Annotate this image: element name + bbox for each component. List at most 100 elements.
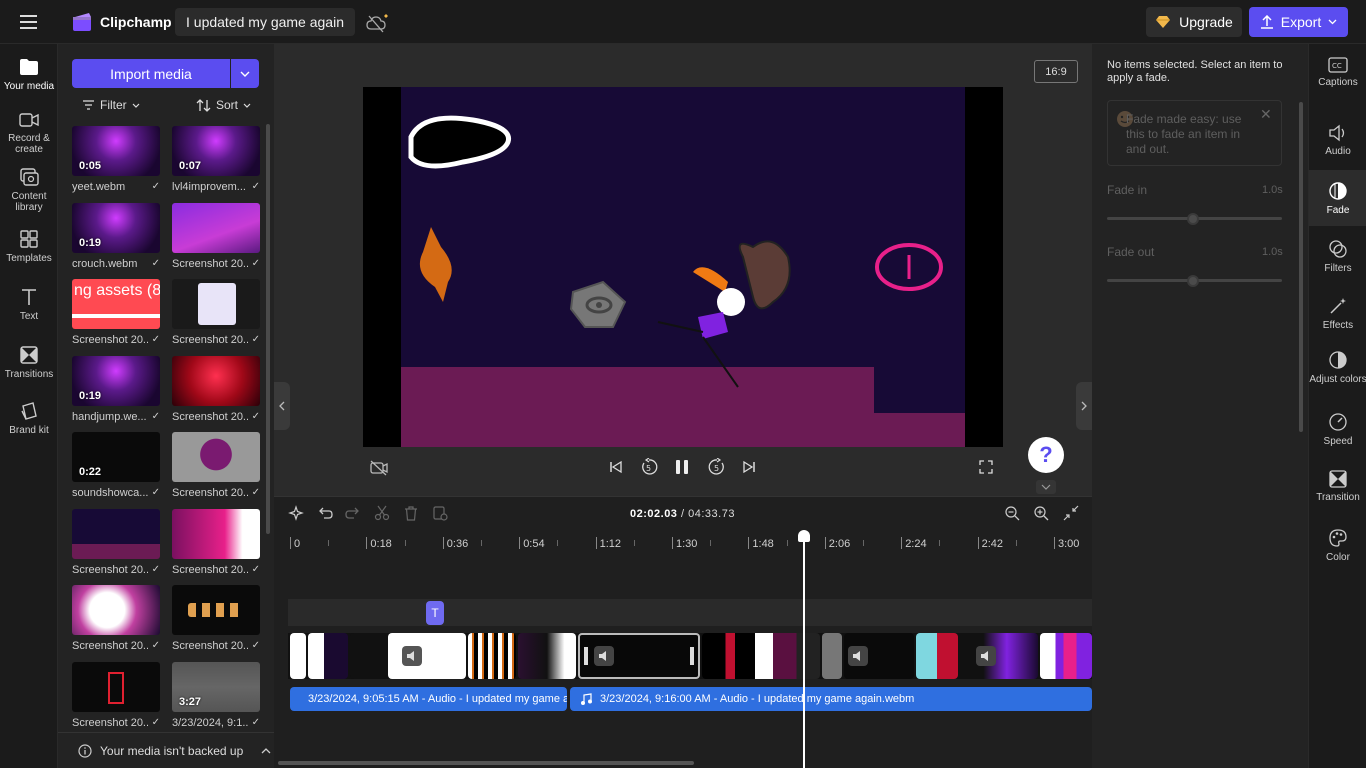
hide-preview-button[interactable] — [370, 460, 388, 476]
upgrade-button[interactable]: Upgrade — [1146, 7, 1242, 37]
duplicate-button[interactable] — [432, 505, 448, 521]
video-track[interactable] — [288, 633, 1092, 679]
video-clip[interactable] — [822, 633, 842, 679]
sort-button[interactable]: Sort — [196, 98, 251, 112]
skip-to-start-button[interactable] — [609, 460, 623, 474]
fade-out-slider-thumb[interactable] — [1187, 275, 1199, 287]
redo-button[interactable] — [345, 505, 361, 521]
video-clip[interactable] — [916, 633, 958, 679]
skip-to-end-button[interactable] — [742, 460, 756, 474]
video-clip[interactable] — [350, 633, 386, 679]
nav-transitions[interactable]: Transitions — [0, 346, 58, 380]
video-clip[interactable] — [844, 633, 914, 679]
nav-text[interactable]: Text — [0, 288, 58, 322]
tab-fade[interactable]: Fade — [1309, 170, 1366, 226]
collapse-right-panel-button[interactable] — [1076, 382, 1092, 430]
nav-label: Text — [19, 311, 39, 322]
cloud-sync-off-icon[interactable] — [366, 12, 390, 34]
split-button[interactable] — [374, 505, 390, 521]
playhead[interactable] — [803, 531, 805, 768]
media-tile[interactable]: 0:19 handjump.we... ✓ — [72, 355, 160, 426]
tab-color[interactable]: Color — [1309, 520, 1366, 576]
media-tile[interactable]: Screenshot 20... ✓ — [172, 355, 260, 426]
text-clip[interactable]: T — [426, 601, 444, 625]
media-scrollbar[interactable] — [266, 124, 270, 534]
tab-adjust-colors[interactable]: Adjust colors — [1309, 344, 1366, 402]
media-tile[interactable]: Screenshot 20... ✓ — [72, 508, 160, 579]
video-clip-selected[interactable] — [578, 633, 700, 679]
filter-button[interactable]: Filter — [82, 98, 140, 112]
timeline-scrollbar[interactable] — [278, 761, 694, 765]
collapse-left-panel-button[interactable] — [274, 382, 290, 430]
close-icon[interactable]: ✕ — [1260, 106, 1272, 123]
magic-edit-button[interactable] — [288, 505, 304, 521]
trash-icon — [405, 506, 417, 521]
trim-handle-left[interactable] — [584, 647, 588, 665]
help-collapse-button[interactable] — [1036, 480, 1056, 494]
playhead-handle[interactable] — [798, 530, 810, 542]
media-tile[interactable]: ng assets (8 Screenshot 20... ✓ — [72, 279, 160, 349]
undo-button[interactable] — [317, 505, 333, 521]
nav-label: Record & create — [8, 133, 50, 155]
trim-handle-right[interactable] — [690, 647, 694, 665]
video-clip[interactable] — [1040, 633, 1092, 679]
nav-brand-kit[interactable]: Brand kit — [0, 402, 58, 436]
video-clip[interactable] — [468, 633, 516, 679]
media-tile[interactable]: Screenshot 20... ✓ — [172, 585, 260, 655]
import-media-button[interactable]: Import media — [72, 59, 230, 88]
import-dropdown-button[interactable] — [231, 59, 259, 88]
forward-5s-button[interactable]: 5 — [708, 458, 726, 476]
chevron-down-icon — [240, 71, 250, 77]
media-tile[interactable]: 3:27 3/23/2024, 9:1... ✓ — [172, 661, 260, 732]
rewind-5s-button[interactable]: 5 — [640, 458, 658, 476]
nav-templates[interactable]: Templates — [0, 230, 58, 264]
pause-button[interactable] — [674, 458, 690, 476]
audio-clip[interactable]: 3/23/2024, 9:16:00 AM - Audio - I update… — [570, 687, 1092, 711]
ruler-tick — [977, 537, 979, 549]
delete-button[interactable] — [403, 505, 419, 521]
aspect-ratio-button[interactable]: 16:9 — [1034, 60, 1078, 83]
tab-filters[interactable]: Filters — [1309, 228, 1366, 284]
help-button[interactable]: ? — [1028, 437, 1064, 473]
video-preview[interactable] — [363, 87, 1003, 447]
text-track[interactable] — [288, 599, 1092, 626]
tab-speed[interactable]: Speed — [1309, 404, 1366, 460]
media-tile[interactable]: Screenshot 20... ✓ — [72, 585, 160, 655]
nav-record-create[interactable]: Record & create — [0, 112, 58, 155]
media-tile[interactable]: Screenshot 20... ✓ — [172, 508, 260, 579]
audio-clip[interactable]: 3/23/2024, 9:05:15 AM - Audio - I update… — [290, 687, 567, 711]
hamburger-menu-icon[interactable] — [14, 12, 42, 32]
project-title-input[interactable]: I updated my game again — [175, 8, 355, 36]
media-tile[interactable]: 0:19 crouch.webm ✓ — [72, 202, 160, 273]
zoom-out-button[interactable] — [1004, 505, 1020, 521]
nav-your-media[interactable]: Your media — [0, 58, 58, 92]
properties-scrollbar[interactable] — [1299, 102, 1303, 432]
zoom-in-button[interactable] — [1033, 505, 1049, 521]
checkmark-icon: ✓ — [151, 410, 160, 422]
media-tile[interactable]: Screenshot 20... ✓ — [72, 661, 160, 732]
ruler-tick — [824, 537, 826, 549]
tab-transition[interactable]: Transition — [1309, 462, 1366, 518]
video-clip[interactable] — [518, 633, 576, 679]
tab-effects[interactable]: Effects — [1309, 286, 1366, 342]
video-clip[interactable] — [960, 633, 1038, 679]
media-tile[interactable]: Screenshot 20... ✓ — [172, 202, 260, 273]
tab-captions[interactable]: CC Captions — [1309, 52, 1366, 108]
tab-audio[interactable]: Audio — [1309, 112, 1366, 168]
video-clip[interactable] — [290, 633, 306, 679]
media-tile[interactable]: 0:05 yeet.webm ✓ — [72, 126, 160, 196]
media-tile[interactable]: Screenshot 20... ✓ — [172, 279, 260, 349]
media-tile[interactable]: Screenshot 20... ✓ — [172, 432, 260, 502]
chevron-down-icon — [132, 103, 140, 108]
fullscreen-button[interactable] — [979, 460, 993, 474]
nav-content-library[interactable]: Content library — [0, 168, 58, 213]
export-button[interactable]: Export — [1249, 7, 1348, 37]
fade-in-slider-thumb[interactable] — [1187, 213, 1199, 225]
media-tile[interactable]: 0:22 soundshowca... ✓ — [72, 432, 160, 502]
backup-notice[interactable]: Your media isn't backed up — [58, 732, 274, 768]
timeline-ruler[interactable]: 0 0:18 0:36 0:54 1:12 1:30 1:48 2:06 2:24 2:42 3:0… — [288, 533, 1092, 555]
fit-timeline-button[interactable] — [1063, 505, 1079, 521]
video-clip[interactable] — [388, 633, 466, 679]
media-tile[interactable]: 0:07 lvl4improvem... ✓ — [172, 126, 260, 196]
video-clip[interactable] — [308, 633, 348, 679]
